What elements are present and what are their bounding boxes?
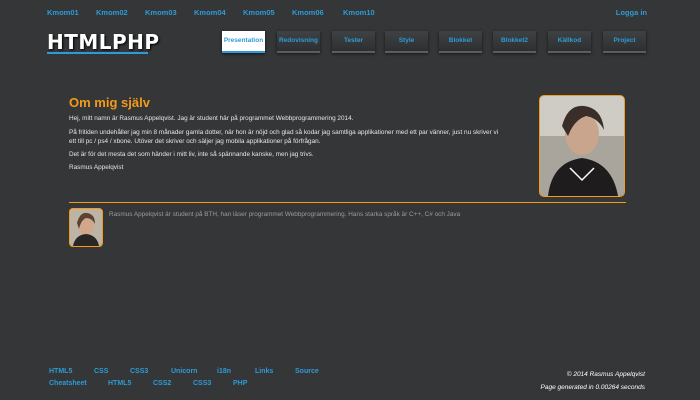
footer-info: © 2014 Rasmus Appelqvist Page generated … xyxy=(541,368,645,394)
author-avatar xyxy=(69,208,103,247)
hobby-line-2: ett till pc / ps4 / xbone. Utöver det sk… xyxy=(69,137,321,145)
hobby-paragraph: På fritiden undehåller jag min 8 månader… xyxy=(69,129,549,146)
profile-photo-image xyxy=(540,96,624,196)
footer-link-i18n[interactable]: i18n xyxy=(217,368,231,375)
footer-link-html5-2[interactable]: HTML5 xyxy=(108,380,131,387)
footer-link-source[interactable]: Source xyxy=(295,368,319,375)
tab-style[interactable]: Style xyxy=(385,31,428,53)
kmom02-link[interactable]: Kmom02 xyxy=(96,8,128,17)
footer-link-links[interactable]: Links xyxy=(255,368,273,375)
footer-link-css2[interactable]: CSS2 xyxy=(153,380,171,387)
main-content: Om mig själv Hej, mitt namn är Rasmus Ap… xyxy=(69,95,529,171)
summary-paragraph: Det är för det mesta det som händer i mi… xyxy=(69,151,314,158)
top-nav: Kmom01 Kmom02 Kmom03 Kmom04 Kmom05 Kmom0… xyxy=(47,8,647,20)
kmom06-link[interactable]: Kmom06 xyxy=(292,8,324,17)
tab-kallkod[interactable]: Källkod xyxy=(548,31,591,53)
copyright: © 2014 Rasmus Appelqvist xyxy=(566,371,645,378)
tab-project[interactable]: Project xyxy=(603,31,646,53)
page-generated-time: Page generated in 0.00264 seconds xyxy=(540,384,645,391)
tab-blokket2[interactable]: Blokket2 xyxy=(493,31,536,53)
page-title: Om mig själv xyxy=(69,95,150,110)
author-bio: Rasmus Appelqvist är student på BTH, han… xyxy=(109,211,461,218)
footer-link-css[interactable]: CSS xyxy=(94,368,108,375)
hobby-line-1: På fritiden undehåller jag min 8 månader… xyxy=(69,129,499,136)
tab-presentation[interactable]: Presentation xyxy=(222,31,265,53)
signature: Rasmus Appelqvist xyxy=(69,164,124,171)
kmom05-link[interactable]: Kmom05 xyxy=(243,8,275,17)
login-link[interactable]: Logga in xyxy=(616,8,647,17)
intro-paragraph: Hej, mitt namn är Rasmus Appelqvist. Jag… xyxy=(69,115,354,122)
tab-redovisning[interactable]: Redovisning xyxy=(277,31,320,53)
footer-link-unicorn[interactable]: Unicorn xyxy=(171,368,197,375)
profile-photo xyxy=(539,95,625,197)
kmom04-link[interactable]: Kmom04 xyxy=(194,8,226,17)
author-avatar-image xyxy=(70,209,102,246)
footer-link-html5[interactable]: HTML5 xyxy=(49,368,72,375)
tab-tester[interactable]: Tester xyxy=(332,31,375,53)
footer-link-css3-2[interactable]: CSS3 xyxy=(193,380,211,387)
footer-link-css3[interactable]: CSS3 xyxy=(130,368,148,375)
tab-blokket[interactable]: Blokket xyxy=(439,31,482,53)
site-logo[interactable]: HTMLPHP xyxy=(47,30,160,54)
footer-link-cheatsheet[interactable]: Cheatsheet xyxy=(49,380,87,387)
kmom01-link[interactable]: Kmom01 xyxy=(47,8,79,17)
section-divider xyxy=(69,202,626,203)
kmom03-link[interactable]: Kmom03 xyxy=(145,8,177,17)
logo-underline xyxy=(47,52,148,54)
footer-link-php[interactable]: PHP xyxy=(233,380,247,387)
kmom10-link[interactable]: Kmom10 xyxy=(343,8,375,17)
